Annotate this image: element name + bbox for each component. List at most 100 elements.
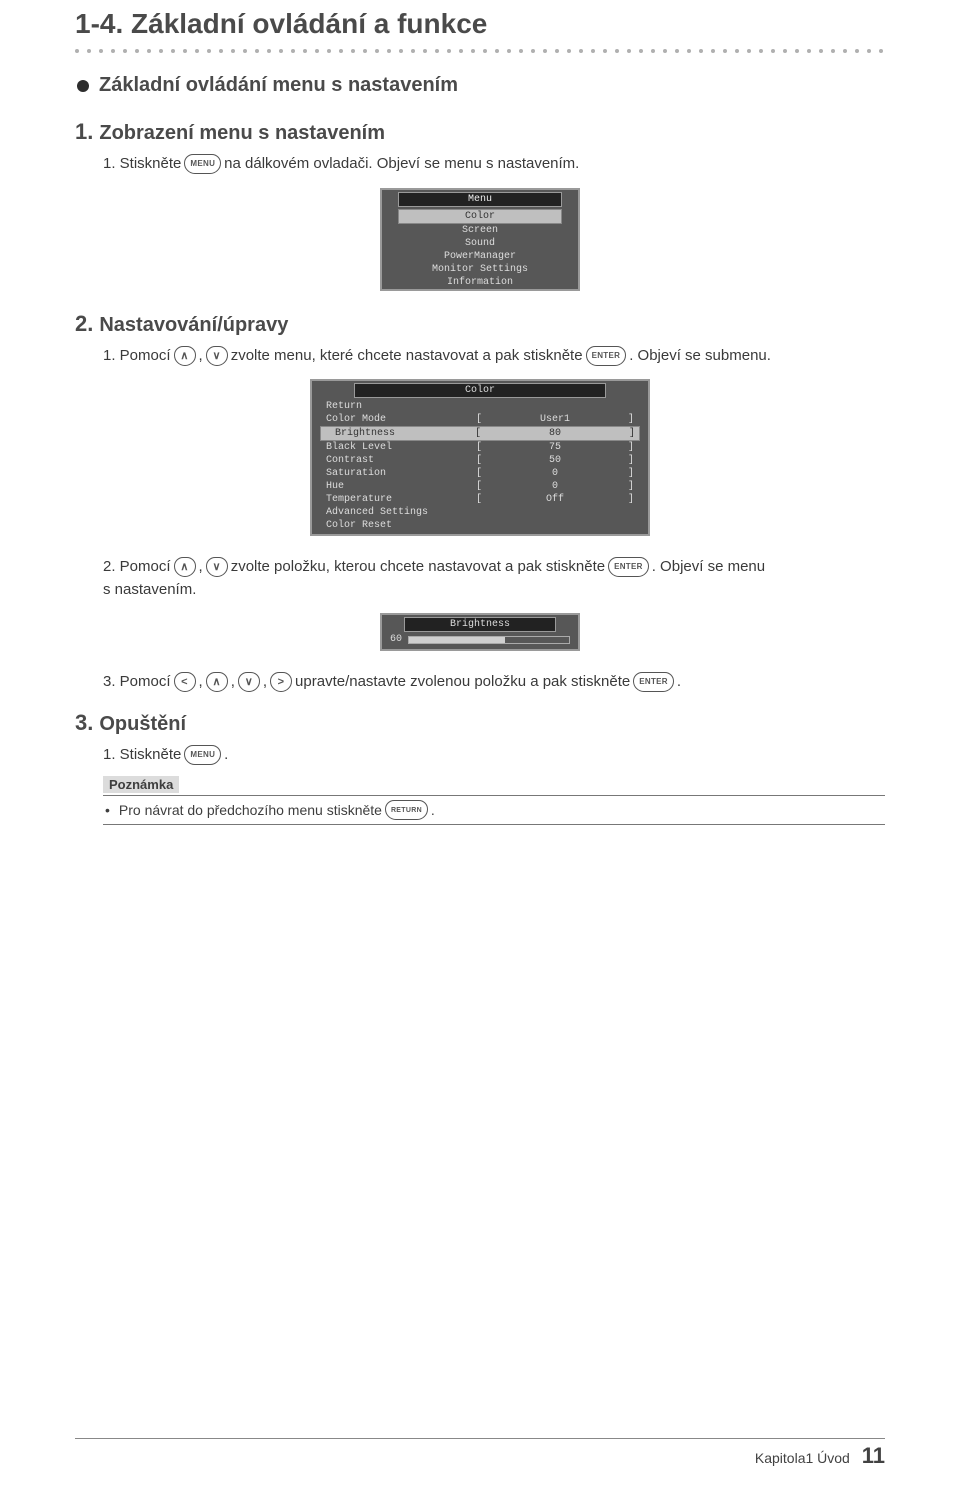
step-2-body-1: 1. Pomocí ∧ , ∨ zvolte menu, které chcet… [103, 345, 885, 368]
step-num: 1. [75, 119, 93, 145]
step-3-body: 1. Stiskněte MENU . [103, 744, 885, 767]
step-2-head: 2. Nastavování/úpravy [75, 311, 885, 337]
osd-brightness-value: 60 [390, 634, 402, 645]
osd-submenu-row: Black Level[75] [322, 441, 638, 454]
osd-row-label: Advanced Settings [322, 507, 472, 518]
step-title: Opuštění [99, 713, 186, 736]
dotted-divider [75, 46, 885, 56]
step-3-head: 3. Opuštění [75, 710, 885, 736]
menu-button-icon: MENU [184, 154, 221, 174]
up-arrow-icon: ∧ [206, 672, 228, 692]
osd-row-label: Hue [322, 481, 472, 492]
bracket-icon: [ [472, 468, 486, 479]
section-title: 1-4. Základní ovládání a funkce [75, 0, 885, 46]
osd-submenu-row: Color Reset [322, 519, 638, 532]
osd-row-label: Temperature [322, 494, 472, 505]
osd-title: Color [354, 383, 606, 398]
osd-row-value: Off [486, 494, 624, 505]
text: zvolte menu, které chcete nastavovat a p… [231, 345, 583, 368]
osd-menu-item: Monitor Settings [398, 263, 562, 276]
text: zvolte položku, kterou chcete nastavovat… [231, 556, 605, 579]
text: 1. Stiskněte [103, 744, 181, 767]
text: . Objeví se submenu. [629, 345, 771, 368]
bracket-icon: ] [624, 442, 638, 453]
osd-row-label: Saturation [322, 468, 472, 479]
step-title: Nastavování/úpravy [99, 314, 288, 337]
osd-menu-item: Color [398, 209, 562, 224]
step-1-head: 1. Zobrazení menu s nastavením [75, 119, 885, 145]
osd-return-label: Return [322, 401, 472, 412]
osd-menu-item: PowerManager [398, 250, 562, 263]
osd-main-menu: Menu ColorScreenSoundPowerManagerMonitor… [380, 188, 580, 291]
enter-button-icon: ENTER [586, 346, 627, 366]
osd-brightness-bar [408, 636, 570, 644]
osd-brightness-adjust: Brightness 60 [380, 613, 580, 651]
text: 3. Pomocí [103, 671, 171, 694]
osd-title: Brightness [404, 617, 556, 632]
step-2-body-2: 2. Pomocí ∧ , ∨ zvolte položku, kterou c… [103, 556, 885, 601]
step-1-body: 1. Stiskněte MENU na dálkovém ovladači. … [103, 153, 885, 176]
osd-row-value: 80 [485, 428, 625, 439]
right-arrow-icon: > [270, 672, 292, 692]
comma: , [231, 671, 235, 694]
osd-submenu-row: Advanced Settings [322, 506, 638, 519]
note-text-tail: . [431, 802, 435, 818]
footer-page-number: 11 [862, 1443, 885, 1468]
enter-button-icon: ENTER [608, 557, 649, 577]
osd-row-label: Color Mode [322, 414, 472, 425]
osd-menu-item: Information [398, 276, 562, 289]
return-button-icon: RETURN [385, 800, 428, 820]
page-footer: Kapitola1 Úvod 11 [75, 1438, 885, 1469]
osd-row-label: Brightness [321, 428, 471, 439]
bracket-icon: [ [472, 442, 486, 453]
text: 1. Stiskněte [103, 153, 181, 176]
osd-submenu-row: Contrast[50] [322, 454, 638, 467]
text: s nastavením. [103, 579, 885, 602]
text: 1. Pomocí [103, 345, 171, 368]
bracket-icon: [ [472, 455, 486, 466]
osd-color-submenu: Color Return Color Mode[User1]Brightness… [310, 379, 650, 536]
osd-row-value: 0 [486, 481, 624, 492]
osd-title: Menu [398, 192, 562, 207]
up-arrow-icon: ∧ [174, 557, 196, 577]
osd-brightness-fill [409, 637, 505, 643]
comma: , [199, 556, 203, 579]
osd-row-value: 0 [486, 468, 624, 479]
osd-row-label: Color Reset [322, 520, 472, 531]
text: . Objeví se menu [652, 556, 765, 579]
bracket-icon: [ [471, 428, 485, 439]
osd-menu-item: Screen [398, 224, 562, 237]
down-arrow-icon: ∨ [206, 346, 228, 366]
text: na dálkovém ovladači. Objeví se menu s n… [224, 153, 579, 176]
step-title: Zobrazení menu s nastavením [99, 122, 385, 145]
osd-submenu-row: Hue[0] [322, 480, 638, 493]
bullet-title: Základní ovládání menu s nastavením [99, 74, 458, 97]
osd-menu-item: Sound [398, 237, 562, 250]
osd-row-value: 50 [486, 455, 624, 466]
text: upravte/nastavte zvolenou položku a pak … [295, 671, 630, 694]
step-2-body-3: 3. Pomocí < , ∧ , ∨ , > upravte/nastavte… [103, 671, 885, 694]
step-num: 2. [75, 311, 93, 337]
comma: , [199, 345, 203, 368]
bullet-heading: Základní ovládání menu s nastavením [75, 74, 885, 97]
osd-submenu-row: Brightness[80] [320, 426, 640, 441]
text: 2. Pomocí [103, 556, 171, 579]
bracket-icon: ] [625, 428, 639, 439]
osd-row-label: Black Level [322, 442, 472, 453]
osd-row-value: User1 [486, 414, 624, 425]
note-bullet-icon: • [103, 802, 116, 818]
bracket-icon: [ [472, 481, 486, 492]
text: . [677, 671, 681, 694]
bracket-icon: ] [624, 468, 638, 479]
menu-button-icon: MENU [184, 745, 221, 765]
bracket-icon: [ [472, 494, 486, 505]
bracket-icon: ] [624, 414, 638, 425]
osd-return-row: Return [322, 400, 638, 413]
note-text: Pro návrat do předchozího menu stiskněte [119, 802, 382, 818]
bracket-icon: [ [472, 414, 486, 425]
down-arrow-icon: ∨ [206, 557, 228, 577]
bracket-icon: ] [624, 494, 638, 505]
up-arrow-icon: ∧ [174, 346, 196, 366]
footer-chapter: Kapitola1 Úvod [755, 1450, 850, 1466]
text: . [224, 744, 228, 767]
